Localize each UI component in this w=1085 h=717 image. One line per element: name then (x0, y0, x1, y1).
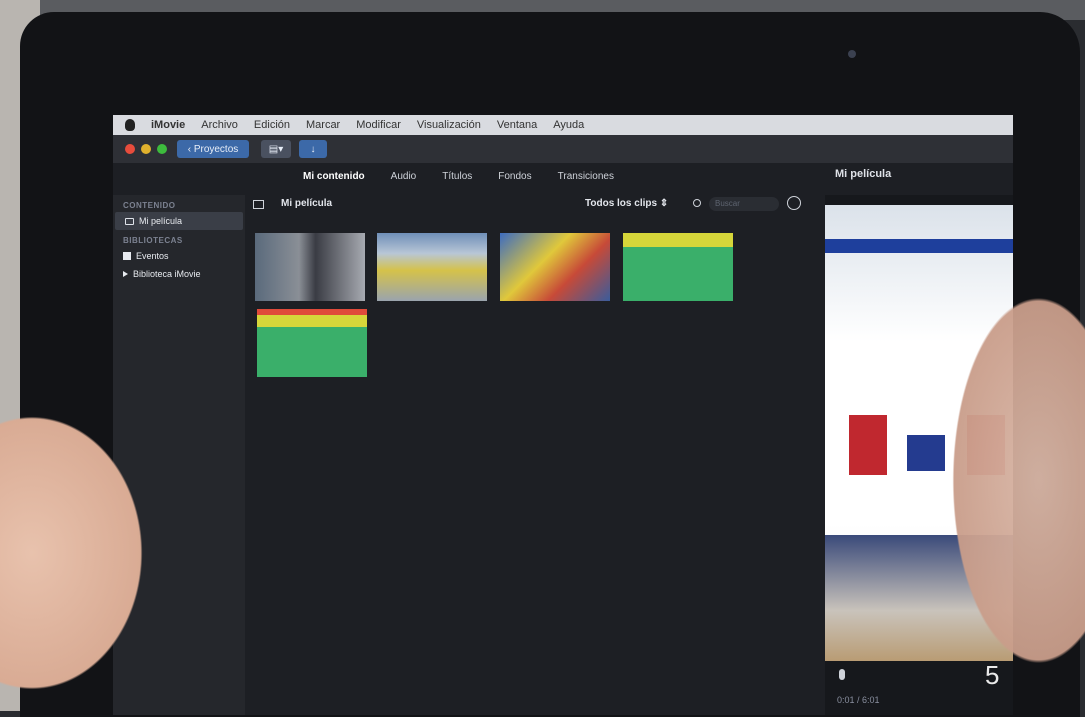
events-icon (123, 252, 131, 260)
laptop-bezel: iMovie Archivo Edición Marcar Modificar … (20, 12, 1080, 717)
menu-ayuda[interactable]: Ayuda (553, 119, 584, 131)
menu-ventana[interactable]: Ventana (497, 119, 537, 131)
tab-audio[interactable]: Audio (391, 171, 417, 182)
apple-icon[interactable] (125, 119, 135, 131)
right-hand (930, 250, 1085, 711)
toolbar: ‹ Proyectos ▤▾ ↓ Mi película (113, 135, 1013, 180)
menu-edicion[interactable]: Edición (254, 119, 290, 131)
left-hand (0, 395, 160, 711)
menu-visualizacion[interactable]: Visualización (417, 119, 481, 131)
import-button[interactable]: ↓ (299, 140, 327, 158)
clip-thumbnail[interactable] (377, 233, 487, 301)
tab-transiciones[interactable]: Transiciones (558, 171, 614, 182)
microphone-icon[interactable] (839, 669, 845, 680)
clip-filter-select[interactable]: Todos los clips ⇕ (585, 198, 668, 209)
sidebar-header-content: CONTENIDO (123, 201, 176, 210)
viewer-title: Mi película (835, 168, 892, 180)
sidebar-item-label: Mi película (139, 216, 183, 226)
media-tabs: Mi contenido Audio Títulos Fondos Transi… (303, 171, 614, 182)
background-thumbnail[interactable] (623, 233, 733, 301)
menu-archivo[interactable]: Archivo (201, 119, 238, 131)
timecode: 0:01 / 6:01 (837, 695, 880, 705)
sidebar-header-libraries: BIBLIOTECAS (123, 236, 183, 245)
camera-icon (848, 50, 856, 58)
fullscreen-window-icon[interactable] (157, 144, 167, 154)
thumbnail-strip (623, 233, 733, 247)
page-number: 5 (985, 660, 1000, 690)
film-icon (125, 217, 134, 225)
sidebar-item-label: Eventos (136, 251, 169, 261)
browser-header: Mi película Todos los clips ⇕ Buscar (245, 195, 807, 215)
clip-thumbnail[interactable] (500, 233, 610, 301)
sidebar-item-events[interactable]: Eventos (113, 247, 245, 265)
menu-app-name[interactable]: iMovie (151, 119, 185, 131)
clip-browser: Mi película Todos los clips ⇕ Buscar (245, 195, 807, 715)
disclosure-triangle-icon[interactable] (123, 271, 128, 277)
sidebar-item-label: Biblioteca iMovie (133, 269, 201, 279)
tab-titulos[interactable]: Títulos (442, 171, 472, 182)
search-icon (693, 199, 701, 207)
projects-button[interactable]: ‹ Proyectos (177, 140, 249, 158)
browser-title: Mi película (281, 198, 333, 209)
minimize-window-icon[interactable] (141, 144, 151, 154)
projects-label: Proyectos (193, 143, 239, 155)
add-icon[interactable] (787, 196, 801, 210)
view-toggle-button[interactable]: ▤▾ (261, 140, 291, 158)
sidebar-toggle-icon[interactable] (253, 200, 264, 209)
search-input[interactable]: Buscar (709, 197, 779, 211)
frame-detail (849, 415, 887, 475)
menu-bar: iMovie Archivo Edición Marcar Modificar … (113, 115, 1013, 135)
background-thumbnail[interactable] (257, 309, 367, 377)
window-controls (125, 144, 167, 154)
clip-thumbnail[interactable] (255, 233, 365, 301)
thumbnail-band (257, 315, 367, 327)
imovie-window: iMovie Archivo Edición Marcar Modificar … (113, 115, 1013, 715)
close-window-icon[interactable] (125, 144, 135, 154)
tab-mi-contenido[interactable]: Mi contenido (303, 171, 365, 182)
sidebar-item-project[interactable]: Mi película (115, 212, 243, 230)
sidebar-item-library[interactable]: Biblioteca iMovie (113, 265, 245, 283)
tab-fondos[interactable]: Fondos (498, 171, 531, 182)
menu-marcar[interactable]: Marcar (306, 119, 340, 131)
menu-modificar[interactable]: Modificar (356, 119, 401, 131)
